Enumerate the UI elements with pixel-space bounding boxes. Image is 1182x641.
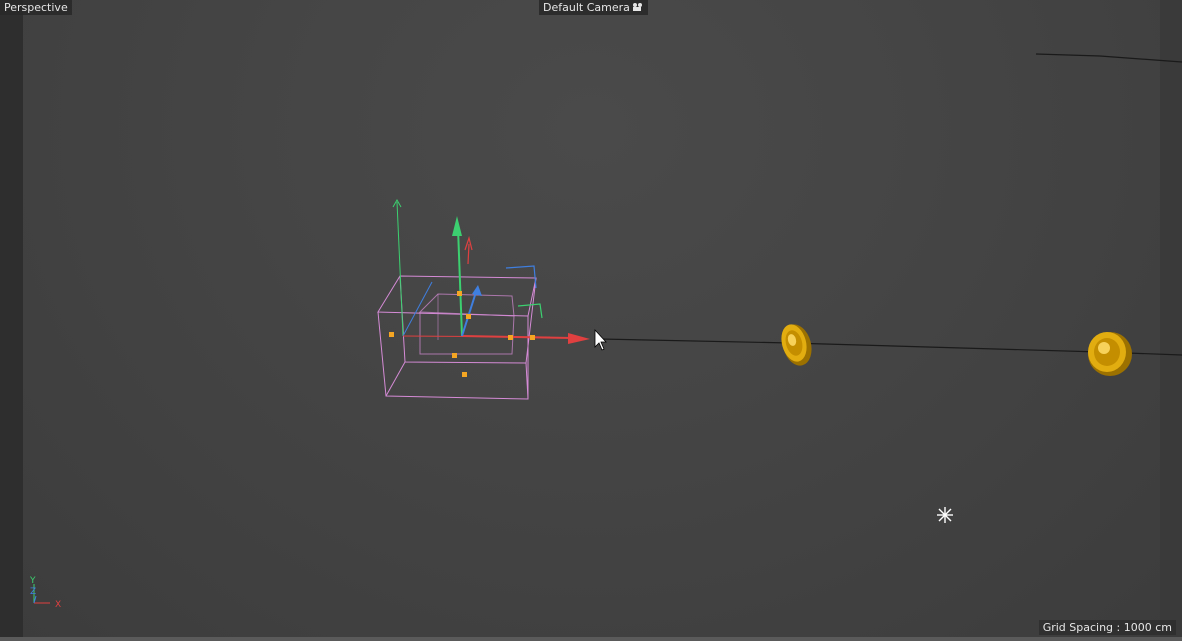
- viewport-view-name[interactable]: Perspective: [0, 0, 72, 15]
- gizmo-y-arrow[interactable]: [452, 216, 462, 236]
- camera-label[interactable]: Default Camera: [539, 0, 648, 15]
- gizmo-z-arrow[interactable]: [472, 285, 482, 296]
- light-icon[interactable]: [937, 507, 953, 523]
- axis-x-label: X: [55, 600, 61, 610]
- axis-z-label: Z: [30, 587, 36, 597]
- gizmo-x-arrow[interactable]: [568, 333, 590, 344]
- scene-canvas[interactable]: Y Z X: [0, 0, 1182, 641]
- gizmo-y-axis[interactable]: [457, 227, 463, 337]
- spline-path[interactable]: [599, 53, 1182, 356]
- grid-spacing-readout: Grid Spacing : 1000 cm: [1038, 620, 1176, 635]
- gizmo-x-axis[interactable]: [461, 335, 573, 339]
- mouse-cursor-icon: [594, 328, 607, 351]
- coin-object[interactable]: [1088, 332, 1132, 376]
- camera-name: Default Camera: [543, 1, 630, 14]
- move-gizmo[interactable]: [452, 216, 590, 344]
- camera-icon: [632, 2, 644, 12]
- coin-object[interactable]: [777, 321, 815, 369]
- axis-y-label: Y: [29, 576, 36, 586]
- world-axis-indicator: Y Z X: [29, 576, 61, 610]
- 3d-viewport[interactable]: Y Z X Perspective Default Camera Grid Sp…: [0, 0, 1182, 641]
- viewport-bottom-edge: [0, 637, 1182, 641]
